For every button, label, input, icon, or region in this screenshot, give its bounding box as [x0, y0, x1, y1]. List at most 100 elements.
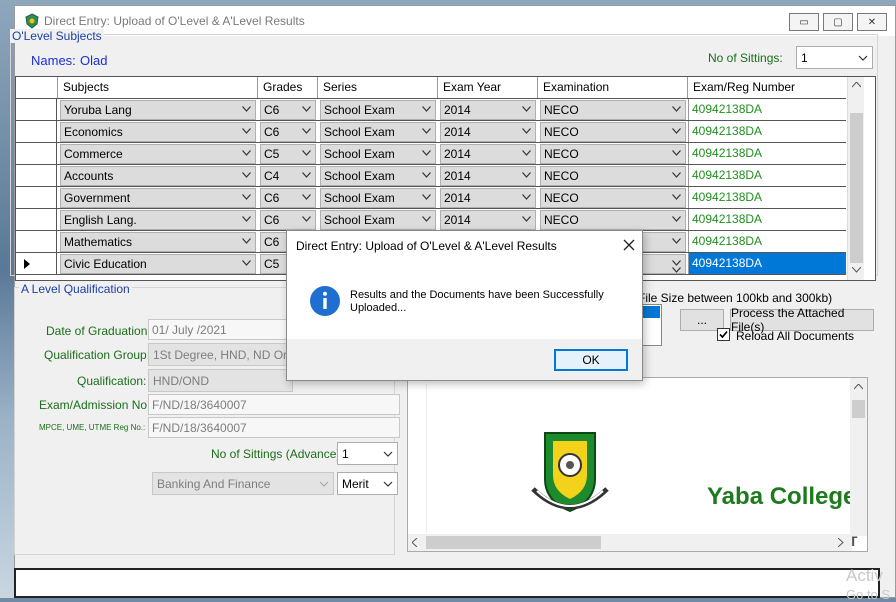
year-cell[interactable]: 2014	[440, 210, 536, 230]
col-header-series[interactable]: Series	[318, 77, 438, 98]
cell-dropdown[interactable]	[239, 211, 255, 229]
subject-cell[interactable]: Government	[60, 188, 256, 208]
series-cell[interactable]: School Exam	[320, 210, 436, 230]
date-of-graduation-field[interactable]: 01/ July /2021	[148, 319, 298, 340]
cell-dropdown[interactable]	[419, 101, 435, 119]
year-cell[interactable]: 2014	[440, 144, 536, 164]
exam-admission-no-field[interactable]: F/ND/18/3640007	[148, 394, 400, 415]
cell-dropdown[interactable]	[669, 145, 685, 163]
row-header[interactable]	[16, 99, 57, 120]
exam-reg-number-cell[interactable]: 40942138DA	[688, 165, 846, 186]
cell-dropdown[interactable]	[669, 189, 685, 207]
course-select[interactable]: Banking And Finance	[152, 472, 334, 495]
examination-cell[interactable]: NECO	[540, 122, 686, 142]
subject-cell[interactable]: English Lang.	[60, 210, 256, 230]
col-header-exam-reg-number[interactable]: Exam/Reg Number	[688, 77, 846, 98]
sittings-select[interactable]: 1	[796, 46, 873, 69]
cell-dropdown[interactable]	[669, 123, 685, 141]
cell-dropdown[interactable]	[299, 101, 315, 119]
scrollbar-thumb[interactable]	[850, 113, 863, 263]
subject-cell[interactable]: Mathematics	[60, 232, 256, 252]
preview-vscroll-thumb[interactable]	[852, 400, 865, 418]
examination-cell[interactable]: NECO	[540, 210, 686, 230]
preview-vertical-scrollbar[interactable]	[850, 378, 867, 536]
preview-horizontal-scrollbar[interactable]	[408, 534, 852, 551]
examination-cell[interactable]: NECO	[540, 188, 686, 208]
table-row[interactable]: Government C6 School Exam 2014 NECO 40942138D…	[16, 187, 846, 209]
cell-dropdown[interactable]	[239, 233, 255, 251]
cell-dropdown[interactable]	[239, 255, 255, 273]
row-header[interactable]	[16, 253, 57, 274]
row-header[interactable]	[16, 187, 57, 208]
row-header[interactable]	[16, 231, 57, 252]
qualification-select[interactable]: HND/OND	[148, 369, 293, 392]
scroll-right-icon[interactable]	[838, 538, 844, 547]
series-cell[interactable]: School Exam	[320, 144, 436, 164]
exam-reg-number-cell[interactable]: 40942138DA	[688, 121, 846, 142]
series-cell[interactable]: School Exam	[320, 188, 436, 208]
table-row[interactable]: Commerce C5 School Exam 2014 NECO 40942138DA	[16, 143, 846, 165]
cell-dropdown[interactable]	[669, 101, 685, 119]
subject-cell[interactable]: Accounts	[60, 166, 256, 186]
cell-dropdown[interactable]	[669, 167, 685, 185]
process-files-button[interactable]: Process the Attached File(s)	[730, 306, 874, 334]
qualification-group-select[interactable]: 1St Degree, HND, ND Or Eq	[148, 343, 293, 366]
reload-documents-checkbox[interactable]	[717, 328, 730, 341]
cell-dropdown[interactable]	[419, 123, 435, 141]
year-cell[interactable]: 2014	[440, 122, 536, 142]
series-cell[interactable]: School Exam	[320, 100, 436, 120]
subject-cell[interactable]: Commerce	[60, 144, 256, 164]
grade-cell[interactable]: C5	[260, 144, 316, 164]
table-row[interactable]: English Lang. C6 School Exam 2014 NECO 409421…	[16, 209, 846, 231]
cell-dropdown[interactable]	[419, 167, 435, 185]
cell-dropdown[interactable]	[519, 145, 535, 163]
cell-dropdown[interactable]	[419, 211, 435, 229]
table-row[interactable]: Accounts C4 School Exam 2014 NECO 40942138DA	[16, 165, 846, 187]
cell-dropdown[interactable]	[519, 167, 535, 185]
examination-cell[interactable]: NECO	[540, 100, 686, 120]
cell-dropdown[interactable]	[669, 233, 685, 251]
grade-cell[interactable]: C6	[260, 210, 316, 230]
exam-reg-number-cell[interactable]: 40942138DA	[688, 187, 846, 208]
advance-sittings-select[interactable]: 1	[337, 442, 398, 465]
exam-reg-number-cell[interactable]: 40942138DA	[688, 99, 846, 120]
grade-cell[interactable]: C6	[260, 188, 316, 208]
exam-reg-number-cell[interactable]: 40942138DA	[688, 231, 846, 252]
cell-dropdown[interactable]	[239, 123, 255, 141]
scroll-up-icon[interactable]	[854, 384, 863, 390]
cell-dropdown[interactable]	[239, 145, 255, 163]
grid-scrollbar[interactable]	[847, 77, 864, 280]
row-header[interactable]	[16, 209, 57, 230]
subject-cell[interactable]: Yoruba Lang	[60, 100, 256, 120]
exam-reg-number-cell[interactable]: 40942138DA	[672, 253, 846, 274]
cell-dropdown[interactable]	[299, 211, 315, 229]
series-cell[interactable]: School Exam	[320, 166, 436, 186]
examination-cell[interactable]: NECO	[540, 166, 686, 186]
scroll-left-icon[interactable]	[412, 538, 418, 547]
cell-dropdown[interactable]	[239, 189, 255, 207]
subject-cell[interactable]: Economics	[60, 122, 256, 142]
ok-button[interactable]: OK	[554, 349, 628, 371]
cell-dropdown[interactable]	[299, 189, 315, 207]
class-of-degree-select[interactable]: Merit	[337, 472, 398, 495]
cell-dropdown[interactable]	[519, 123, 535, 141]
col-header-examination[interactable]: Examination	[538, 77, 688, 98]
cell-dropdown[interactable]	[299, 123, 315, 141]
cell-dropdown[interactable]	[519, 211, 535, 229]
year-cell[interactable]: 2014	[440, 188, 536, 208]
year-cell[interactable]: 2014	[440, 166, 536, 186]
minimize-button[interactable]: ▭	[789, 13, 819, 31]
cell-dropdown[interactable]	[419, 145, 435, 163]
cell-dropdown[interactable]	[239, 101, 255, 119]
col-header-subjects[interactable]: Subjects	[58, 77, 258, 98]
row-header[interactable]	[16, 121, 57, 142]
grade-cell[interactable]: C4	[260, 166, 316, 186]
cell-dropdown[interactable]	[239, 167, 255, 185]
series-cell[interactable]: School Exam	[320, 122, 436, 142]
cell-dropdown[interactable]	[519, 101, 535, 119]
grade-cell[interactable]: C6	[260, 122, 316, 142]
scroll-down-icon[interactable]	[852, 267, 861, 273]
scroll-up-icon[interactable]	[852, 82, 861, 88]
exam-reg-number-cell[interactable]: 40942138DA	[688, 143, 846, 164]
row-header[interactable]	[16, 143, 57, 164]
